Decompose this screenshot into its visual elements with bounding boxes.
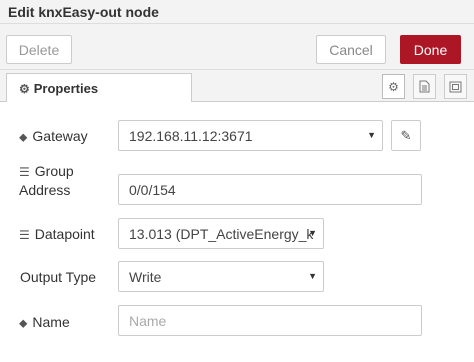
list-icon: ☰ [19, 228, 30, 242]
dialog-title: Edit knxEasy-out node [8, 4, 159, 20]
group-address-label: ☰ Group Address [19, 163, 74, 198]
tab-properties[interactable]: ⚙ Properties [6, 73, 192, 103]
tab-bar: ⚙ Properties ⚙ [0, 70, 474, 103]
gear-icon: ⚙ [19, 82, 30, 96]
document-icon[interactable] [413, 74, 436, 99]
datapoint-select[interactable]: 13.013 (DPT_ActiveEnergy_k [118, 218, 324, 249]
tab-properties-label: Properties [33, 81, 99, 96]
name-input[interactable]: Name [118, 305, 422, 336]
delete-button[interactable]: Delete [6, 35, 72, 64]
gateway-select[interactable]: 192.168.11.12:3671 [118, 120, 383, 151]
list-icon: ☰ [19, 165, 30, 179]
datapoint-label: ☰ Datapoint [19, 226, 95, 242]
pencil-icon[interactable]: ✎ [391, 120, 421, 151]
cancel-button[interactable]: Cancel [316, 35, 386, 64]
gateway-label: ⬥ Gateway [19, 128, 88, 144]
done-button[interactable]: Done [400, 35, 461, 64]
name-label: ⬥ Name [19, 314, 70, 330]
group-address-input[interactable]: 0/0/154 [118, 174, 422, 205]
tag-icon: ⬥ [19, 130, 28, 144]
dialog-toolbar: Delete Cancel Done [0, 24, 474, 70]
frame-icon[interactable] [444, 74, 467, 99]
dialog-header: Edit knxEasy-out node [0, 0, 474, 24]
output-type-select[interactable]: Write [118, 261, 324, 292]
tag-icon: ⬥ [19, 316, 28, 330]
output-type-label: Output Type [20, 269, 97, 285]
gear-icon[interactable]: ⚙ [382, 74, 405, 99]
